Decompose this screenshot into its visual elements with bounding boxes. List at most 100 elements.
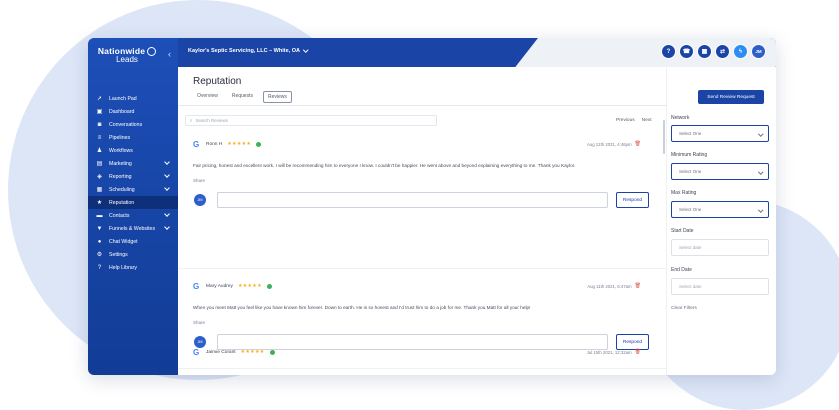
review-header: G Jaimie Corant ★★★★★ Jul 15th 2021, 12:… <box>193 345 651 359</box>
brand-subname: Leads <box>116 55 138 64</box>
max-rating-select[interactable]: Select One <box>671 201 769 218</box>
sidebar-item-label: Launch Pad <box>109 95 137 102</box>
top-actions: ? ☎ ▦ ⇄ ϟ JM <box>661 44 766 59</box>
sidebar-item-funnels-websites[interactable]: ▼ Funnels & Websites <box>88 222 178 235</box>
megaphone-icon: ▤ <box>96 161 103 167</box>
collapse-sidebar-icon[interactable]: ‹ <box>168 49 171 59</box>
trash-icon[interactable]: 🗑 <box>635 283 641 289</box>
network-value: Select One <box>679 131 702 136</box>
sidebar-item-reputation[interactable]: ★ Reputation <box>88 196 178 209</box>
sidebar-item-conversations[interactable]: ◙ Conversations <box>88 118 178 131</box>
reply-input[interactable] <box>217 192 608 208</box>
sidebar-nav: ➚ Launch Pad ▣ Dashboard ◙ Conversations ≡ P… <box>88 92 178 274</box>
minimum-rating-label: Minimum Rating <box>671 152 708 158</box>
scrollbar[interactable] <box>663 120 665 154</box>
top-bar: Kaylor's Septic Servicing, LLC – White, … <box>178 38 776 67</box>
previous-button[interactable]: Previous <box>614 117 637 124</box>
filters-panel <box>666 67 776 375</box>
reply-avatar: JM <box>194 194 206 206</box>
sidebar-item-label: Funnels & Websites <box>109 225 156 232</box>
tab-reviews[interactable]: Reviews <box>262 91 292 103</box>
sidebar-item-label: Reporting <box>109 173 132 180</box>
sidebar: Nationwide Leads ‹ ➚ Launch Pad ▣ Dashboar… <box>88 38 178 375</box>
user-avatar[interactable]: JM <box>751 44 766 59</box>
reviewer-name: Ronn H <box>206 141 223 147</box>
sidebar-item-reporting[interactable]: ◈ Reporting <box>88 170 178 183</box>
brand-logo[interactable]: Nationwide Leads <box>96 46 158 64</box>
minimum-rating-select[interactable]: Select One <box>671 163 769 180</box>
chevron-down-icon <box>164 159 170 165</box>
sidebar-item-label: Help Library <box>109 264 137 271</box>
review-header: G Mary Audrey ★★★★★ Aug 11th 2021, 6:47a… <box>193 279 651 293</box>
sidebar-item-dashboard[interactable]: ▣ Dashboard <box>88 105 178 118</box>
sidebar-item-label: Marketing <box>109 160 132 167</box>
calendar-icon: ▦ <box>96 187 103 193</box>
tab-overview[interactable]: Overview <box>193 91 222 103</box>
question-icon[interactable]: ? <box>661 44 676 59</box>
grid-icon[interactable]: ▦ <box>697 44 712 59</box>
trash-icon[interactable]: 🗑 <box>635 141 641 147</box>
verified-icon <box>266 283 272 289</box>
tab-requests[interactable]: Requests <box>228 91 257 103</box>
location-switcher[interactable]: Kaylor's Septic Servicing, LLC – White, … <box>188 46 309 54</box>
dashboard-icon: ▣ <box>96 109 103 115</box>
send-review-request-button[interactable]: Send Review Request <box>698 90 764 104</box>
chevron-down-icon <box>757 207 763 213</box>
contacts-icon: ▬ <box>96 212 103 219</box>
share-link[interactable]: Share <box>193 320 651 325</box>
chat-widget-icon: ● <box>97 238 102 245</box>
share-link[interactable]: Share <box>193 178 651 183</box>
sidebar-item-contacts[interactable]: ▬ Contacts <box>88 209 178 222</box>
chevron-down-icon <box>757 131 763 137</box>
trash-icon[interactable]: 🗑 <box>635 349 641 355</box>
clear-filters-link[interactable]: Clear Filters <box>671 306 697 311</box>
refresh-icon[interactable]: ⇄ <box>715 44 730 59</box>
search-input[interactable]: ⌕ Search Reviews <box>185 115 437 126</box>
sidebar-item-launch-pad[interactable]: ➚ Launch Pad <box>88 92 178 105</box>
review-card: G Jaimie Corant ★★★★★ Jul 15th 2021, 12:… <box>193 345 651 359</box>
google-icon: G <box>193 139 200 149</box>
review-date-wrap: Aug 12th 2021, 4:46pm 🗑 <box>587 141 641 147</box>
app-window: Nationwide Leads ‹ ➚ Launch Pad ▣ Dashboar… <box>88 38 776 375</box>
star-icon: ★ <box>96 200 103 206</box>
pagination: Previous Next <box>614 117 654 124</box>
end-date-input[interactable]: Select date <box>671 278 769 295</box>
sidebar-item-settings[interactable]: ⚙ Settings <box>88 248 178 261</box>
next-button[interactable]: Next <box>640 117 654 124</box>
network-select[interactable]: Select One <box>671 125 769 142</box>
reply-row: JM Respond <box>193 192 651 208</box>
chevron-down-icon <box>164 185 170 191</box>
review-card: G Mary Audrey ★★★★★ Aug 11th 2021, 6:47a… <box>193 279 651 350</box>
globe-icon <box>147 46 157 56</box>
reviewer-name: Mary Audrey <box>206 283 233 289</box>
help-icon: ? <box>97 264 102 271</box>
review-divider <box>178 368 666 369</box>
chevron-down-icon <box>757 169 763 175</box>
notification-icon[interactable]: ϟ <box>733 44 748 59</box>
sidebar-item-label: Workflows <box>109 147 133 154</box>
pipeline-icon: ≡ <box>97 134 102 141</box>
sidebar-item-marketing[interactable]: ▤ Marketing <box>88 157 178 170</box>
workflow-icon: ♟ <box>96 148 103 154</box>
tabs: Overview Requests Reviews <box>193 91 292 103</box>
star-rating: ★★★★★ <box>237 283 262 289</box>
sidebar-item-label: Reputation <box>109 199 135 206</box>
review-date: Jul 15th 2021, 12:32am <box>586 349 632 355</box>
review-header: G Ronn H ★★★★★ Aug 12th 2021, 4:46pm 🗑 <box>193 137 651 151</box>
respond-button[interactable]: Respond <box>616 192 649 208</box>
sidebar-item-scheduling[interactable]: ▦ Scheduling <box>88 183 178 196</box>
sidebar-item-help-library[interactable]: ? Help Library <box>88 261 178 274</box>
sidebar-item-chat-widget[interactable]: ● Chat Widget <box>88 235 178 248</box>
review-date: Aug 11th 2021, 6:47am <box>587 283 632 289</box>
network-label: Network <box>671 115 690 121</box>
search-placeholder: Search Reviews <box>195 118 229 123</box>
phone-icon[interactable]: ☎ <box>679 44 694 59</box>
header-divider <box>178 105 666 106</box>
reviewer-name: Jaimie Corant <box>206 349 236 355</box>
sidebar-item-pipelines[interactable]: ≡ Pipelines <box>88 131 178 144</box>
start-date-input[interactable]: Select date <box>671 239 769 256</box>
sidebar-item-workflows[interactable]: ♟ Workflows <box>88 144 178 157</box>
page-title: Reputation <box>193 76 242 87</box>
google-icon: G <box>193 347 200 357</box>
sidebar-item-label: Dashboard <box>109 108 135 115</box>
